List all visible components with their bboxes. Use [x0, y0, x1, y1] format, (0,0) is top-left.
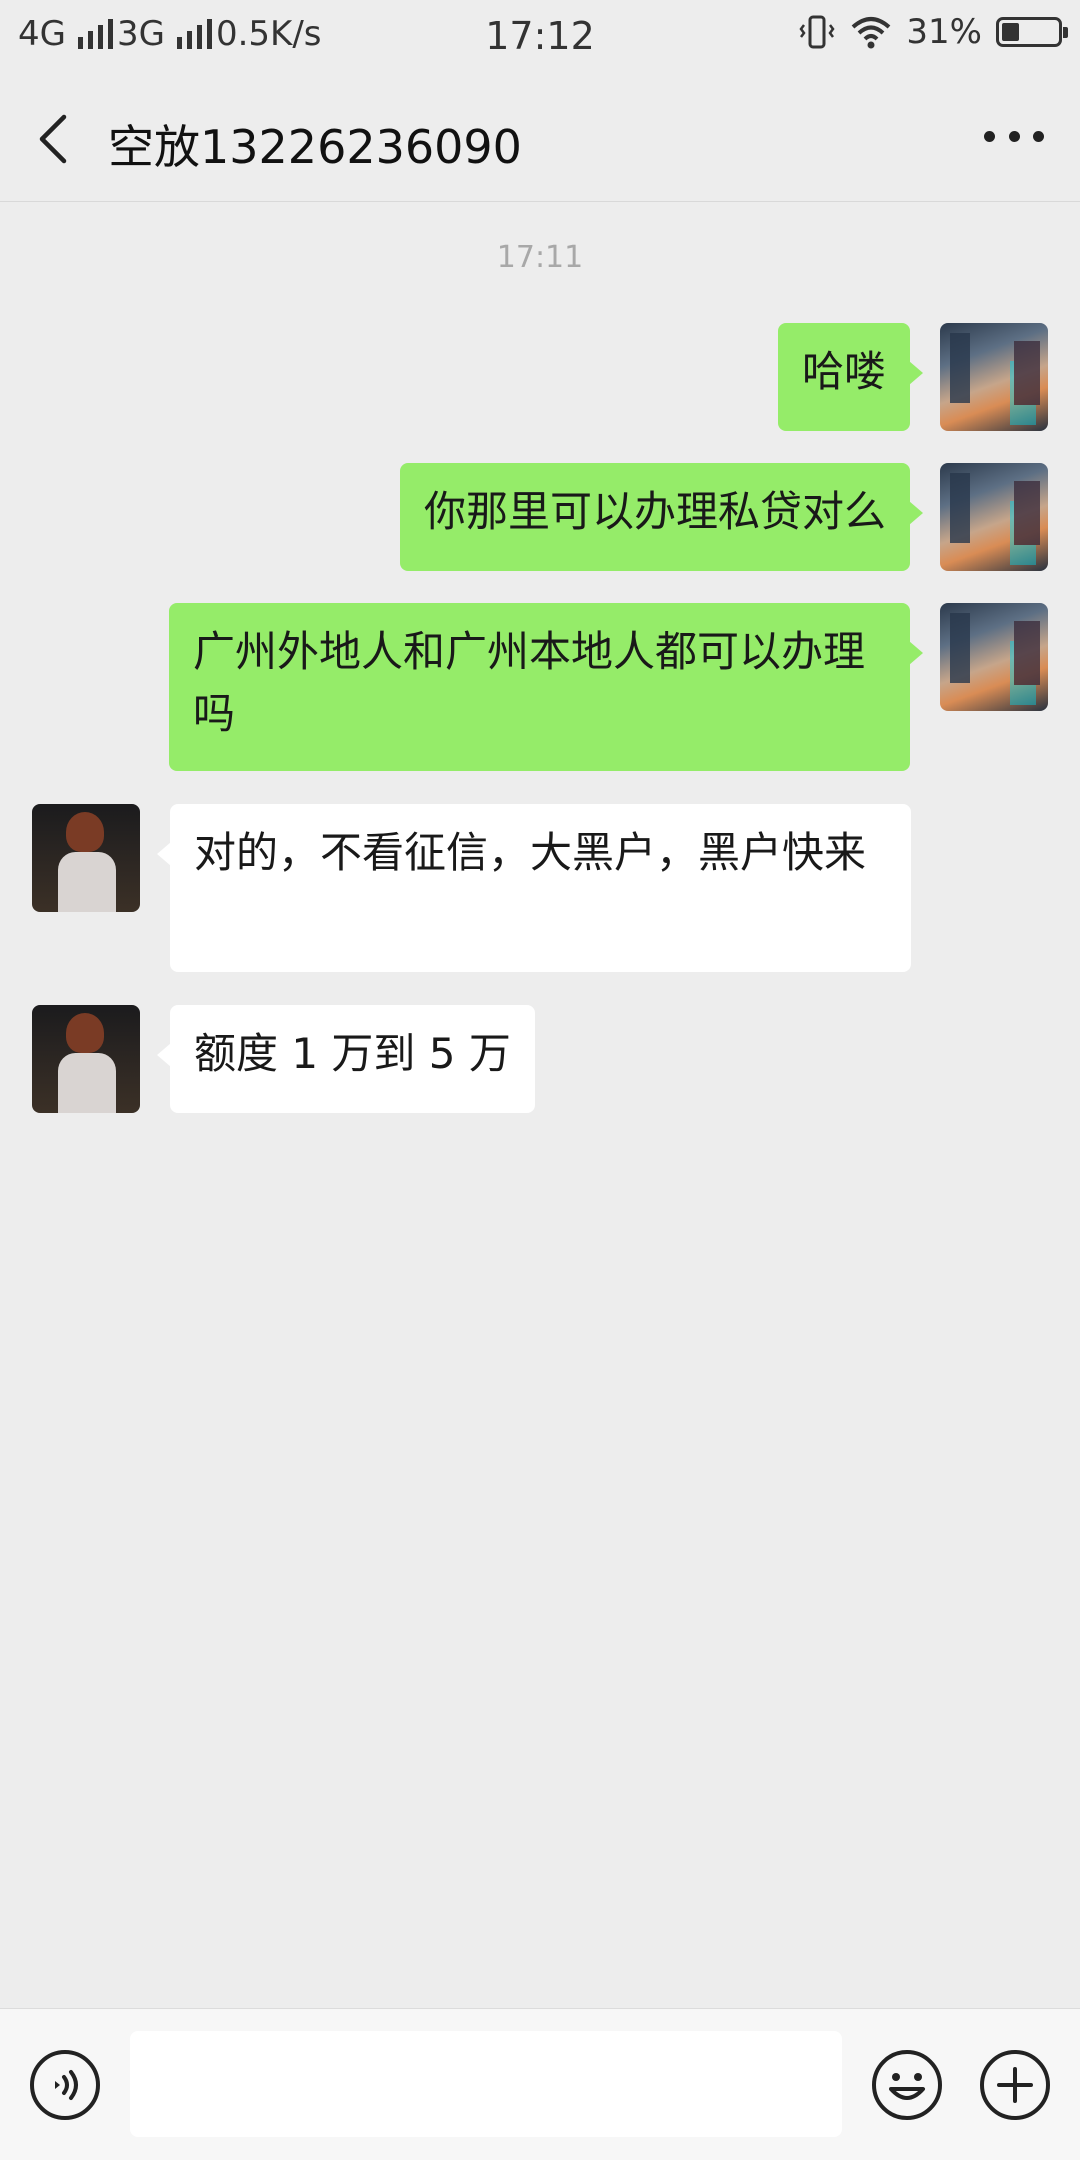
my-avatar[interactable] — [940, 463, 1048, 571]
message-timestamp: 17:11 — [496, 240, 584, 275]
chat-title: 空放13226236090 — [108, 120, 522, 174]
my-avatar[interactable] — [940, 603, 1048, 711]
message-bubble-sent[interactable]: 你那里可以办理私贷对么 — [399, 463, 924, 571]
message-bubble-sent[interactable]: 哈喽 — [777, 323, 924, 431]
wifi-icon — [852, 17, 891, 49]
message-input-bar — [0, 2008, 1080, 2160]
chat-header: 空放13226236090 — [0, 75, 1080, 202]
status-right: 31% — [798, 12, 1068, 52]
more-options-icon[interactable] — [984, 131, 1044, 145]
my-avatar[interactable] — [940, 323, 1048, 431]
message-bubble-received[interactable]: 对的，不看征信，大黑户，黑户快来 — [157, 804, 911, 972]
vibrate-icon — [799, 15, 835, 49]
back-arrow-icon[interactable] — [34, 113, 74, 165]
battery-percent: 31% — [906, 12, 982, 52]
contact-avatar[interactable] — [32, 1005, 140, 1113]
contact-avatar[interactable] — [32, 804, 140, 912]
status-bar: 4G 3G 0.5K/s 17:12 31% — [0, 0, 1080, 75]
emoji-icon[interactable] — [871, 2049, 943, 2121]
message-bubble-received[interactable]: 额度 1 万到 5 万 — [157, 1005, 535, 1113]
plus-icon[interactable] — [979, 2049, 1051, 2121]
message-input[interactable] — [130, 2031, 842, 2137]
voice-input-icon[interactable] — [29, 2049, 101, 2121]
battery-icon — [996, 17, 1068, 47]
message-bubble-sent[interactable]: 广州外地人和广州本地人都可以办理吗 — [169, 603, 923, 771]
